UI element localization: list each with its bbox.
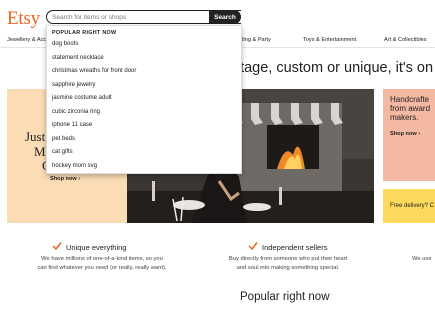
free-delivery-text: Free delivery? C: [390, 203, 435, 209]
dropdown-heading: POPULAR RIGHT NOW: [52, 30, 117, 36]
suggestion-item[interactable]: cat gifts: [52, 149, 73, 155]
value-prop-sellers-line1: Buy directly from someone who put their …: [228, 256, 348, 262]
hero-right-title: Handcrafte from award makers.: [390, 95, 435, 122]
suggestion-item[interactable]: dog boots: [52, 41, 78, 47]
value-prop-sellers-line2: and soul into making something special.: [236, 265, 340, 271]
suggestion-item[interactable]: sapphire jewelry: [52, 82, 95, 88]
hero-right-title-line1: Handcrafte: [390, 95, 430, 104]
chevron-right-icon: ›: [418, 131, 421, 137]
suggestion-item[interactable]: christmas wreaths for front door: [52, 68, 136, 74]
value-prop-unique-body: We have millions of one-of-a-kind items,…: [22, 255, 182, 273]
hero-right-shop-now-label: Shop now: [390, 131, 417, 137]
etsy-logo[interactable]: Etsy: [7, 8, 40, 30]
hero-right-title-line2: from award: [390, 104, 431, 113]
value-prop-unique-title: Unique everything: [66, 243, 127, 252]
suggestion-item[interactable]: jasmine costume adult: [52, 95, 112, 101]
value-prop-third-line1: We use: [412, 256, 432, 262]
hero-right-shop-now-link[interactable]: Shop now ›: [390, 131, 420, 137]
search-suggestions-dropdown: POPULAR RIGHT NOW dog boots statement ne…: [46, 25, 242, 174]
suggestion-item[interactable]: hockey mom svg: [52, 163, 97, 169]
suggestion-item[interactable]: iphone 11 case: [52, 122, 92, 128]
nav-category-art[interactable]: Art & Collectibles: [384, 37, 427, 43]
hero-headline: ntage, custom or unique, it's on Et: [232, 60, 435, 76]
suggestion-item[interactable]: statement necklace: [52, 55, 104, 61]
value-prop-sellers-body: Buy directly from someone who put their …: [213, 255, 363, 273]
suggestion-item[interactable]: pet beds: [52, 136, 75, 142]
nav-category-toys[interactable]: Toys & Entertainment: [303, 37, 356, 43]
popular-right-now-heading: Popular right now: [240, 291, 330, 303]
hero-left-shop-now-label: Shop now: [50, 176, 77, 182]
checkmark-icon: [248, 242, 258, 251]
suggestion-item[interactable]: cubic zirconia ring: [52, 109, 100, 115]
value-prop-sellers-title: Independent sellers: [262, 243, 328, 252]
hero-right-title-line3: makers.: [390, 113, 419, 122]
nav-category-jewellery[interactable]: Jewellery & Acc: [7, 37, 46, 43]
checkmark-icon: [52, 242, 62, 251]
value-prop-third-body: We use: [412, 255, 435, 264]
value-prop-unique-line2: can find whatever you need (or really, r…: [37, 265, 167, 271]
value-prop-unique-line1: We have millions of one-of-a-kind items,…: [41, 256, 163, 262]
search-button[interactable]: Search: [209, 10, 241, 24]
chevron-right-icon: ›: [78, 176, 81, 182]
hero-left-shop-now-link[interactable]: Shop now ›: [50, 176, 80, 182]
